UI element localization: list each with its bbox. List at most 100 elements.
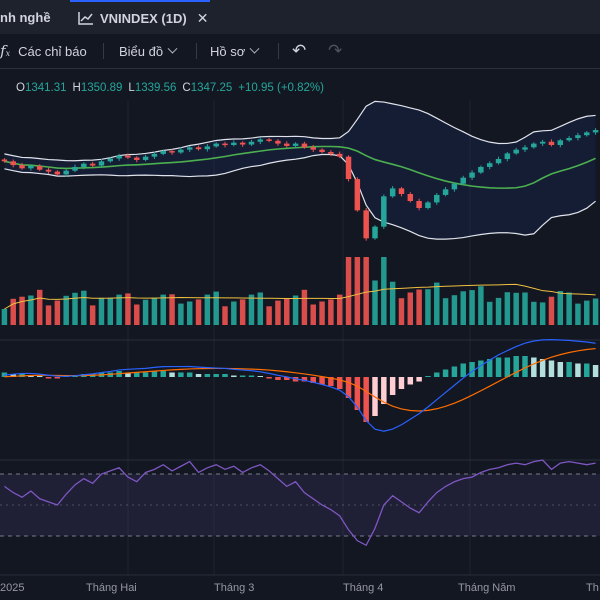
profile-button[interactable]: Hồ sơ (210, 34, 260, 68)
volume-bar (584, 300, 590, 325)
redo-button[interactable]: ↷ (328, 34, 342, 68)
macd-histogram-bar (151, 371, 158, 377)
tab-vnindex-label: VNINDEX (1D) (100, 10, 187, 26)
volume-bar (460, 291, 466, 325)
bollinger-bands (4, 100, 596, 240)
toolbar: ƒx Các chỉ báo Biểu đồ Hồ sơ ↶ ↷ (0, 34, 600, 69)
candle-body (513, 149, 519, 154)
candle-body (451, 183, 458, 190)
candle-body (486, 163, 493, 167)
macd-histogram-bar (36, 376, 43, 377)
volume-bar (539, 302, 546, 325)
macd-histogram-bar (266, 377, 272, 379)
volume-bar (142, 299, 149, 325)
volume-bar (63, 295, 69, 325)
candle-body (416, 201, 422, 208)
macd-histogram-bar (566, 362, 572, 377)
x-axis-label: Tháng Hai (86, 582, 137, 594)
macd-histogram-bar (389, 377, 396, 395)
candle-body (98, 161, 105, 166)
candle-body (284, 143, 290, 146)
open-value: 1341.31 (24, 82, 67, 94)
volume-bar (495, 297, 502, 325)
candle-body (539, 141, 546, 144)
macd-histogram-bar (425, 376, 431, 377)
volume-bar (372, 280, 378, 325)
tab-industry[interactable]: nh nghề (0, 0, 62, 34)
candle-body (257, 139, 264, 142)
candle-body (381, 196, 387, 227)
volume-bar (548, 296, 555, 325)
candle-body (478, 166, 484, 173)
volume-bar (319, 301, 325, 325)
candle-body (160, 151, 166, 154)
candle-body (142, 156, 149, 160)
macd-histogram-bar (239, 375, 246, 377)
candle-body (239, 142, 246, 145)
macd-histogram-bar (495, 357, 502, 377)
candle-body (107, 158, 114, 162)
macd-histogram-bar (434, 372, 440, 377)
macd-histogram-bar (575, 363, 581, 377)
macd-histogram-bar (257, 376, 264, 377)
candle-body (460, 177, 466, 184)
x-axis-label: Th (586, 582, 599, 594)
candle-body (336, 153, 343, 157)
volume-bar (301, 289, 308, 325)
candle-body (213, 143, 219, 147)
volume-bar (10, 298, 16, 325)
candle-body (584, 132, 590, 136)
close-value: 1347.25 (190, 82, 233, 94)
candle-body (19, 165, 25, 169)
candle-body (425, 202, 431, 208)
macd-histogram-bar (442, 369, 449, 377)
volume-bar (381, 257, 387, 325)
close-icon[interactable]: ✕ (197, 10, 209, 27)
candle-body (1, 159, 8, 162)
candle-body (134, 157, 140, 160)
candle-body (151, 153, 158, 157)
high-label: H (72, 82, 81, 94)
volume-bar (407, 292, 414, 325)
macd-histogram-bar (213, 374, 219, 377)
volume-bar (504, 292, 511, 325)
macd-histogram-bar (134, 372, 140, 377)
volume-bar (522, 292, 528, 325)
candle-body (45, 169, 52, 172)
macd-histogram-bar (407, 377, 414, 385)
macd-histogram-bar (584, 363, 590, 377)
candle-body (54, 171, 61, 175)
x-axis-label: Tháng Năm (458, 582, 516, 594)
volume-bar (160, 294, 166, 325)
macd-histogram-bar (504, 357, 511, 377)
volume-bar (363, 257, 369, 325)
macd-histogram-bar (186, 372, 193, 377)
undo-icon: ↶ (292, 41, 307, 60)
candle-body (63, 170, 69, 175)
macd-histogram-bar (469, 362, 475, 377)
volume-bar (425, 289, 431, 325)
candle-body (178, 149, 184, 153)
volume-bar (486, 301, 493, 325)
candle-body (248, 141, 255, 145)
volume-bar (557, 291, 564, 325)
chart-type-button[interactable]: Biểu đồ (119, 34, 178, 68)
candle-body (363, 210, 369, 239)
volume-bar (513, 292, 519, 325)
candle-body (548, 141, 555, 145)
macd-histogram-bar (451, 366, 458, 377)
volume-bar (328, 299, 334, 325)
tab-bar: nh nghề VNINDEX (1D) ✕ (0, 0, 600, 35)
candle-body (495, 159, 502, 164)
candle-body (398, 188, 405, 194)
volume-bar (98, 297, 105, 325)
volume-bar (169, 294, 175, 325)
tab-vnindex[interactable]: VNINDEX (1D) ✕ (70, 0, 210, 34)
volume-bar (239, 299, 246, 325)
volume-bar (231, 301, 237, 325)
indicators-button[interactable]: ƒx Các chỉ báo (0, 34, 87, 68)
macd-histogram-bar (548, 360, 555, 377)
candle-body (28, 166, 34, 169)
volume-bar (531, 301, 537, 325)
undo-button[interactable]: ↶ (292, 34, 306, 68)
